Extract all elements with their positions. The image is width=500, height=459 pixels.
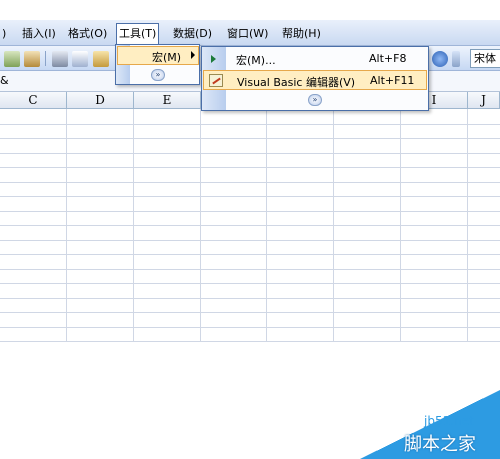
- grid-row-line: [0, 327, 500, 328]
- menu-item-data[interactable]: 数据(D): [171, 25, 214, 42]
- toolbar-options-chevron-icon[interactable]: [452, 51, 460, 67]
- menu-item-insert[interactable]: 插入(I): [20, 25, 58, 42]
- grid-row-line: [0, 167, 500, 168]
- macro-submenu: 宏(M)... Alt+F8 Visual Basic 编辑器(V) Alt+F…: [201, 46, 429, 111]
- research-icon[interactable]: [24, 51, 40, 67]
- paste-icon[interactable]: [93, 51, 109, 67]
- column-header-j[interactable]: J: [468, 92, 500, 109]
- menu-item-macro[interactable]: 宏(M): [117, 46, 199, 65]
- grid-column-line: [333, 109, 334, 341]
- grid-row-line: [0, 182, 500, 183]
- menu-item-help[interactable]: 帮助(H): [280, 25, 323, 42]
- menu-item-vb-editor-shortcut: Alt+F11: [370, 74, 415, 87]
- grid-column-line: [400, 109, 401, 341]
- grid-row-line: [0, 312, 500, 313]
- cut-icon[interactable]: [52, 51, 68, 67]
- menu-item-tools[interactable]: 工具(T): [116, 23, 160, 46]
- run-macro-icon: [211, 55, 216, 63]
- grid-row-line: [0, 341, 500, 342]
- grid-row-line: [0, 225, 500, 226]
- grid-column-line: [66, 109, 67, 341]
- column-header-d[interactable]: D: [67, 92, 134, 109]
- menu-item-format[interactable]: 格式(O): [66, 25, 109, 42]
- column-header-c[interactable]: C: [0, 92, 67, 109]
- grid-row-line: [0, 269, 500, 270]
- menu-item-edit-partial[interactable]: ): [0, 25, 8, 42]
- menu-item-window[interactable]: 窗口(W): [225, 25, 270, 42]
- vb-editor-icon: [209, 74, 223, 87]
- name-box-fragment[interactable]: &: [0, 74, 9, 87]
- spelling-icon[interactable]: [4, 51, 20, 67]
- grid-row-line: [0, 124, 500, 125]
- grid-column-line: [133, 109, 134, 341]
- menu-bar: ) 插入(I) 格式(O) 工具(T) 数据(D) 窗口(W) 帮助(H): [0, 20, 500, 46]
- submenu-arrow-icon: [191, 51, 195, 59]
- grid-row-line: [0, 211, 500, 212]
- menu-item-macros-shortcut: Alt+F8: [369, 52, 407, 65]
- menu-item-macros[interactable]: 宏(M)... Alt+F8: [203, 49, 427, 69]
- menu-expand-chevron-icon[interactable]: »: [308, 94, 322, 106]
- grid-row-line: [0, 196, 500, 197]
- watermark-name: 脚本之家: [404, 434, 476, 455]
- grid-row-line: [0, 298, 500, 299]
- grid-row-line: [0, 138, 500, 139]
- copy-icon[interactable]: [72, 51, 88, 67]
- menu-item-vb-editor[interactable]: Visual Basic 编辑器(V) Alt+F11: [203, 70, 427, 90]
- menu-item-vb-editor-label: Visual Basic 编辑器(V): [237, 76, 356, 89]
- grid-column-line: [200, 109, 201, 341]
- menu-expand-chevron-icon[interactable]: »: [151, 69, 165, 81]
- font-name-box[interactable]: 宋体: [470, 49, 500, 68]
- grid-row-line: [0, 240, 500, 241]
- tools-menu: 宏(M) »: [115, 44, 200, 85]
- menu-item-macro-label: 宏(M): [152, 51, 182, 64]
- watermark-site: jb51.net: [424, 414, 474, 428]
- grid-column-line: [266, 109, 267, 341]
- toolbar-separator: [45, 51, 46, 66]
- grid-row-line: [0, 153, 500, 154]
- cell-grid[interactable]: [0, 109, 500, 342]
- column-header-e[interactable]: E: [134, 92, 201, 109]
- grid-row-line: [0, 254, 500, 255]
- grid-column-line: [467, 109, 468, 341]
- help-icon[interactable]: [432, 51, 448, 67]
- menu-item-macros-label: 宏(M)...: [236, 54, 276, 67]
- grid-row-line: [0, 283, 500, 284]
